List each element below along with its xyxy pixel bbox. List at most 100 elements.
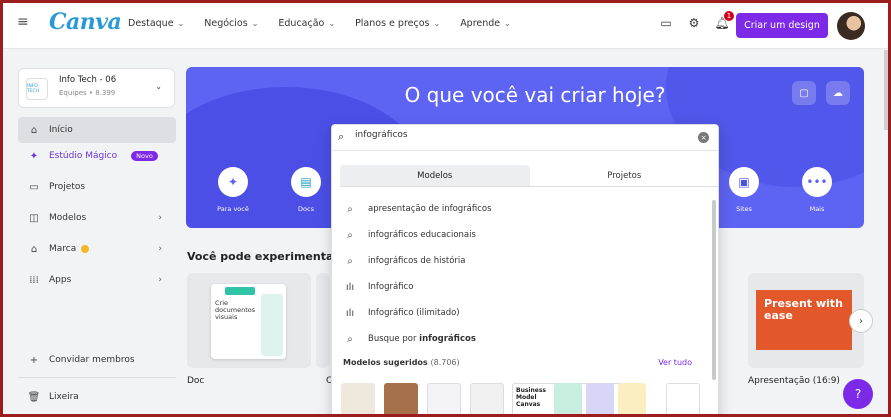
suggestion-item[interactable]: ⌕ Busque por infográficos: [332, 326, 718, 352]
suggestion-text: infográficos educacionais: [368, 230, 476, 240]
template-thumbnail: [554, 383, 582, 414]
sidebar-item-label: Apps: [49, 275, 72, 285]
hero-title: O que você vai criar hoje?: [404, 83, 666, 107]
chevron-down-icon: ⌄: [155, 82, 162, 91]
team-switcher[interactable]: INFO TECH Info Tech - 06 Equipes • 8.399…: [18, 68, 175, 108]
doc-preview: Crie documentos visuais: [211, 284, 286, 359]
invite-members-button[interactable]: + Convidar membros: [18, 347, 176, 373]
apps-grid-icon: ⁞⁞⁞: [29, 274, 39, 286]
chevron-down-icon: ⌄: [433, 19, 441, 28]
dropdown-scrollbar[interactable]: [712, 200, 716, 380]
sidebar-item-inicio[interactable]: ⌂ Início: [18, 117, 176, 143]
category-mais[interactable]: ••• Mais: [792, 167, 842, 213]
category-label: Sites: [736, 205, 752, 213]
chevron-down-icon: ⌄: [177, 19, 185, 28]
nav-planos[interactable]: Planos e preços ⌄: [355, 18, 440, 29]
sidebar-item-label: Início: [49, 125, 73, 135]
suggestion-bold: infográficos: [419, 334, 476, 344]
search-icon: ⌕: [338, 130, 345, 143]
bell-icon[interactable]: 🔔︎ 1: [714, 11, 734, 31]
help-button[interactable]: ?: [843, 379, 873, 409]
nav-label: Educação: [278, 18, 325, 29]
nav-negocios[interactable]: Negócios ⌄: [204, 18, 258, 29]
folder-icon: ▭: [29, 181, 39, 193]
search-bar: ⌕ ×: [332, 125, 718, 151]
nav-label: Aprende: [460, 18, 501, 29]
sidebar-item-projetos[interactable]: ▭ Projetos: [18, 174, 176, 200]
models-heading: Modelos sugeridos (8.706): [343, 358, 460, 367]
sidebar-item-estudio-magico[interactable]: ✦ Estúdio Mágico Novo: [18, 143, 176, 169]
nav-label: Destaque: [128, 18, 174, 29]
suggestion-item[interactable]: ılı Infográfico (ilimitado): [332, 300, 718, 326]
sparkle-icon: ✦: [218, 167, 248, 197]
top-bar: ≡ Canva Destaque ⌄ Negócios ⌄ Educação ⌄ Pl…: [3, 3, 888, 49]
template-thumbnail[interactable]: [666, 383, 700, 414]
nav-educacao[interactable]: Educação ⌄: [278, 18, 335, 29]
suggestion-text: Infográfico (ilimitado): [368, 308, 460, 318]
tab-modelos[interactable]: Modelos: [340, 165, 530, 187]
create-design-button[interactable]: Criar um design: [736, 13, 828, 38]
search-input[interactable]: [355, 130, 685, 140]
suggestion-item[interactable]: ⌕ apresentação de infográficos: [332, 196, 718, 222]
see-all-link[interactable]: Ver tudo: [658, 358, 692, 367]
app-window: ≡ Canva Destaque ⌄ Negócios ⌄ Educação ⌄ Pl…: [0, 0, 891, 417]
chart-icon: ılı: [345, 307, 355, 319]
top-icons: ▭ ⚙ 🔔︎ 1: [658, 11, 734, 31]
suggestion-text: Infográfico: [368, 282, 414, 292]
chevron-right-icon[interactable]: ›: [849, 309, 873, 333]
template-thumbnail[interactable]: [384, 383, 418, 414]
chevron-down-icon: ⌄: [328, 19, 336, 28]
sidebar: INFO TECH Info Tech - 06 Equipes • 8.399…: [3, 50, 183, 414]
nav-aprende[interactable]: Aprende ⌄: [460, 18, 511, 29]
search-icon: ⌕: [347, 229, 353, 241]
clear-icon[interactable]: ×: [698, 132, 709, 143]
gear-icon[interactable]: ⚙: [686, 15, 702, 31]
category-docs[interactable]: ▤ Docs: [281, 167, 331, 213]
nav-label: Negócios: [204, 18, 248, 29]
brand-icon: ⌂: [30, 243, 38, 255]
sidebar-item-label: Marca: [49, 244, 77, 254]
menu-icon[interactable]: ≡: [17, 15, 31, 29]
template-thumbnail: [618, 383, 646, 414]
sidebar-item-label: Lixeira: [49, 392, 79, 402]
template-thumbnail[interactable]: [341, 383, 375, 414]
chevron-down-icon: ⌄: [251, 19, 259, 28]
sidebar-item-lixeira[interactable]: 🗑︎ Lixeira: [18, 384, 176, 410]
sidebar-item-apps[interactable]: ⁞⁞⁞ Apps ›: [18, 267, 176, 293]
template-thumbnail-text: Business Model Canvas: [516, 387, 546, 408]
upload-icon[interactable]: ☁: [826, 81, 850, 105]
nav-label: Planos e preços: [355, 18, 430, 29]
search-icon: ⌕: [347, 203, 353, 215]
desktop-icon[interactable]: ▭: [658, 15, 674, 31]
doc-preview-text: Crie documentos visuais: [215, 299, 256, 321]
sidebar-item-modelos[interactable]: ◫ Modelos ›: [18, 205, 176, 231]
more-icon: •••: [802, 167, 832, 197]
hero-actions: ▢ ☁: [792, 81, 850, 105]
search-icon: ⌕: [347, 333, 353, 345]
custom-size-icon[interactable]: ▢: [792, 81, 816, 105]
page-scrollbar[interactable]: [884, 50, 888, 130]
preview-bar: [225, 287, 255, 295]
suggestion-item[interactable]: ılı Infográfico: [332, 274, 718, 300]
canva-logo[interactable]: Canva: [49, 9, 122, 35]
team-name: Info Tech - 06: [59, 75, 117, 85]
top-nav: Destaque ⌄ Negócios ⌄ Educação ⌄ Planos e p…: [128, 18, 511, 29]
search-dropdown: ⌕ × Modelos Projetos ⌕ apresentação de i…: [331, 124, 719, 414]
preview-panel: [261, 294, 283, 356]
template-thumbnail[interactable]: [470, 383, 504, 414]
sidebar-item-marca[interactable]: ⌂ Marca ›: [18, 236, 176, 262]
suggestion-item[interactable]: ⌕ infográficos educacionais: [332, 222, 718, 248]
nav-destaque[interactable]: Destaque ⌄: [128, 18, 184, 29]
template-thumbnail[interactable]: [427, 383, 461, 414]
sidebar-item-label: Modelos: [49, 213, 87, 223]
suggestion-item[interactable]: ⌕ infográficos de história: [332, 248, 718, 274]
category-sites[interactable]: ▣ Sites: [719, 167, 769, 213]
card-partial[interactable]: [316, 273, 330, 368]
presentation-preview: Present with ease: [756, 290, 852, 350]
new-badge: Novo: [131, 151, 158, 161]
tab-projetos[interactable]: Projetos: [529, 165, 718, 187]
avatar[interactable]: [837, 12, 865, 40]
card-label-doc: Doc: [187, 376, 205, 386]
category-para-voce[interactable]: ✦ Para você: [208, 167, 258, 213]
chevron-right-icon: ›: [158, 275, 162, 285]
